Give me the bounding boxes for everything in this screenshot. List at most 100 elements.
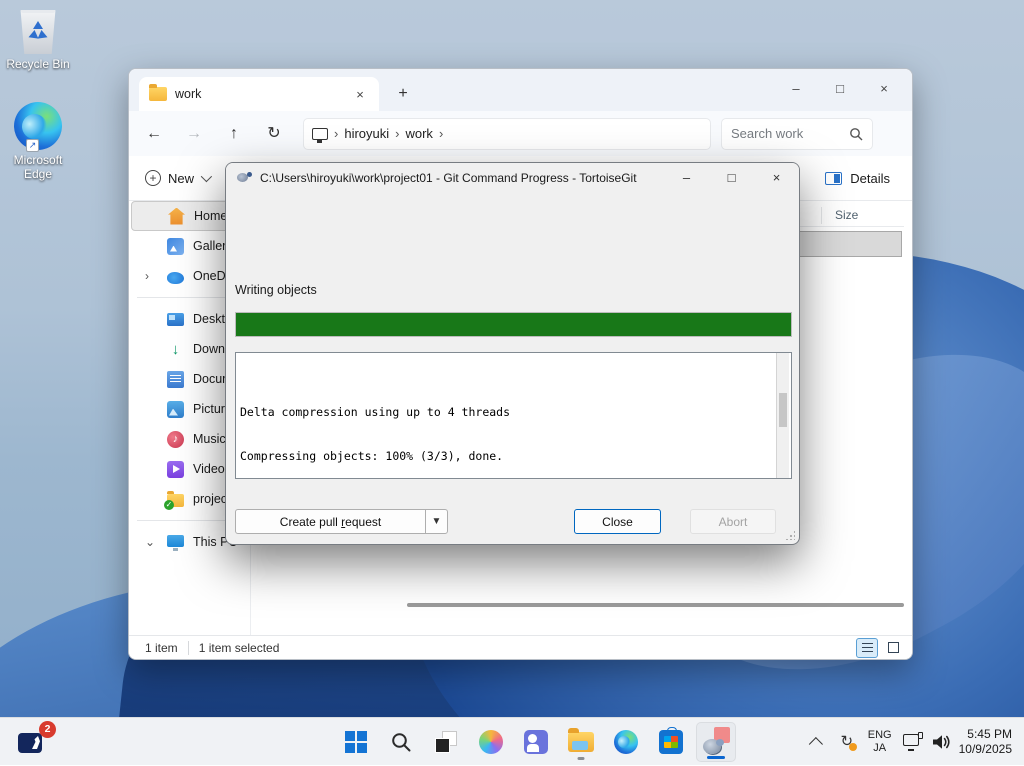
search-input[interactable]: Search work [721,118,873,150]
details-pane-icon [825,172,842,185]
console-line: Delta compression using up to 4 threads [240,405,787,420]
explorer-tab-bar: work × + – □ × [129,69,912,111]
list-view-icon [862,643,873,652]
close-button[interactable]: × [862,73,906,105]
language-indicator[interactable]: ENG JA [865,729,895,755]
chevron-right-icon: › [334,126,338,141]
this-pc-icon [167,534,184,551]
up-button[interactable]: ↑ [219,119,249,149]
desktop-icon-edge[interactable]: ↗ Microsoft Edge [0,102,76,181]
tab-close-icon[interactable]: × [351,87,369,102]
running-indicator [578,757,585,760]
desktop-folder-icon [167,313,184,326]
edge-button[interactable] [606,722,646,762]
horizontal-scrollbar[interactable] [407,603,904,607]
store-button[interactable] [651,722,691,762]
console-line: Compressing objects: 100% (3/3), done. [240,449,787,464]
network-icon[interactable] [903,734,923,750]
dialog-close-button[interactable]: × [754,163,799,193]
this-pc-icon [312,128,328,140]
details-button[interactable]: Details [825,171,890,186]
breadcrumb-item-work[interactable]: work [405,126,432,141]
update-pending-icon[interactable]: ↻ [837,732,857,752]
music-icon [167,431,184,448]
explorer-tab-work[interactable]: work × [139,77,379,111]
thumbnail-view-icon [888,642,899,653]
details-button-label: Details [850,171,890,186]
widgets-button[interactable]: 2 [16,725,56,759]
onedrive-icon [167,272,184,284]
scrollbar-thumb[interactable] [779,393,787,427]
task-view-icon [435,731,457,753]
search-placeholder: Search work [731,126,803,141]
maximize-button[interactable]: □ [818,73,862,105]
dialog-maximize-button[interactable]: □ [709,163,754,193]
new-button-label: New [168,171,194,186]
create-pull-request-label[interactable]: Create pull request [236,515,425,529]
collapse-icon[interactable]: ⌄ [145,535,155,549]
split-dropdown-icon[interactable]: ▼ [425,510,447,533]
file-explorer-icon [568,732,594,752]
pictures-icon [167,401,184,418]
progress-bar-fill [236,313,791,336]
minimize-button[interactable]: – [774,73,818,105]
sidebar-item-label: Music [193,432,226,446]
search-button[interactable] [381,722,421,762]
create-pull-request-button[interactable]: Create pull request ▼ [235,509,448,534]
column-separator[interactable] [821,207,822,224]
clock[interactable]: 5:45 PM 10/9/2025 [959,727,1016,757]
git-progress-dialog: C:\Users\hiroyuki\work\project01 - Git C… [225,162,800,545]
breadcrumb-item-hiroyuki[interactable]: hiroyuki [344,126,389,141]
gallery-icon [167,238,184,255]
breadcrumb[interactable]: › hiroyuki › work › [303,118,711,150]
videos-icon [167,461,184,478]
windows-logo-icon [345,731,367,753]
taskbar: 2 [0,717,1024,765]
console-scrollbar[interactable] [776,353,789,478]
start-button[interactable] [336,722,376,762]
tortoisegit-taskbar-button[interactable] [696,722,736,762]
forward-button[interactable]: → [179,119,209,149]
tortoisegit-progress-icon [702,729,730,755]
tab-title: work [175,87,201,101]
language-line1: ENG [868,729,892,742]
item-count: 1 item [145,641,178,655]
dialog-title-bar[interactable]: C:\Users\hiroyuki\work\project01 - Git C… [226,163,799,193]
project-folder-checked-icon [167,494,184,507]
column-header-size[interactable]: Size [835,208,858,222]
back-button[interactable]: ← [139,119,169,149]
explorer-status-bar: 1 item 1 item selected [129,635,912,659]
plus-icon: + [145,170,161,186]
close-dialog-button[interactable]: Close [574,509,661,534]
resize-grip[interactable] [785,530,795,540]
search-icon [849,127,863,141]
expand-icon[interactable]: › [145,269,149,283]
copilot-button[interactable] [471,722,511,762]
folder-icon [149,87,167,101]
teams-button[interactable] [516,722,556,762]
list-view-button[interactable] [856,638,878,658]
home-icon [168,208,185,225]
downloads-icon [167,341,184,358]
thumbnail-view-button[interactable] [882,638,904,658]
refresh-button[interactable]: ↻ [259,119,289,149]
file-explorer-button[interactable] [561,722,601,762]
selection-count: 1 item selected [199,641,280,655]
tray-time: 5:45 PM [959,727,1012,742]
dialog-minimize-button[interactable]: – [664,163,709,193]
volume-icon[interactable] [931,733,951,751]
git-output-console[interactable]: Delta compression using up to 4 threads … [235,352,792,479]
shortcut-arrow-icon: ↗ [26,139,39,152]
tray-overflow-chevron-icon[interactable] [809,737,823,751]
task-view-button[interactable] [426,722,466,762]
chevron-down-icon [201,171,212,182]
desktop-icon-label: Microsoft Edge [0,153,76,181]
tortoisegit-icon [236,171,252,185]
recycle-bin-icon [19,10,57,54]
tray-date: 10/9/2025 [959,742,1012,757]
new-tab-button[interactable]: + [391,83,415,107]
new-button[interactable]: + New [145,170,209,186]
edge-icon [614,730,638,754]
desktop-icon-recycle-bin[interactable]: Recycle Bin [0,10,76,71]
progress-bar [235,312,792,337]
